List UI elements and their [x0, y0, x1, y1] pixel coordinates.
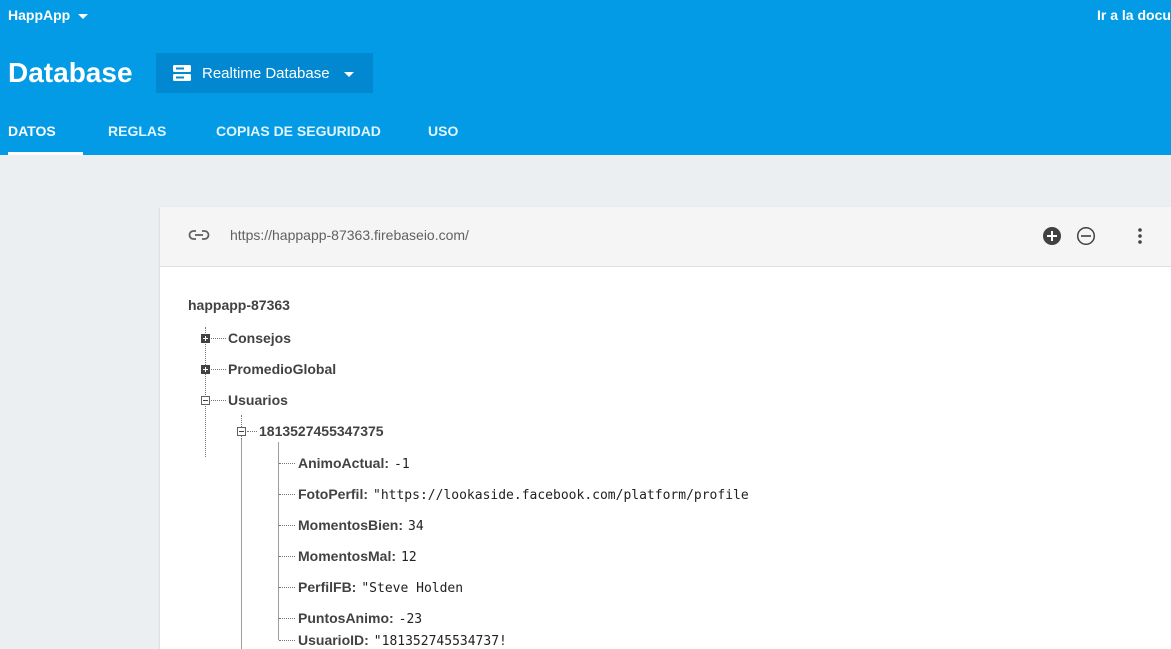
collapse-icon[interactable] [201, 396, 210, 405]
tree-connector [205, 327, 206, 457]
tree-connector [211, 338, 226, 339]
tree-connector [247, 431, 257, 432]
expand-icon[interactable] [201, 334, 210, 343]
project-name: HappApp [8, 7, 71, 23]
field-key: PuntosAnimo: [298, 610, 394, 626]
field-row[interactable]: MomentosBien: 34 [298, 515, 424, 537]
url-bar: https://happapp-87363.firebaseio.com/ [160, 207, 1171, 267]
project-switcher[interactable]: HappApp [8, 7, 89, 23]
tree-connector [241, 439, 242, 649]
tab-datos[interactable]: DATOS [8, 120, 83, 155]
field-value[interactable]: -23 [399, 612, 422, 627]
field-row[interactable]: PerfilFB: "Steve Holden [298, 577, 463, 599]
field-row[interactable]: MomentosMal: 12 [298, 546, 417, 568]
tree-connector [279, 494, 295, 495]
field-row[interactable]: AnimoActual: -1 [298, 453, 410, 475]
data-tree: happapp-87363 Consejos PromedioGlobal Us… [160, 267, 1171, 649]
field-key: MomentosBien: [298, 517, 403, 533]
tree-connector [211, 400, 226, 401]
database-selector-label: Realtime Database [202, 64, 330, 82]
field-key: FotoPerfil: [298, 486, 368, 502]
tree-connector [279, 556, 295, 557]
tree-connector [211, 369, 226, 370]
field-key: UsuarioID: [298, 632, 369, 648]
tree-node-usuarios[interactable]: Usuarios [228, 390, 288, 410]
tree-connector [279, 640, 295, 641]
expand-icon[interactable] [201, 365, 210, 374]
tree-node-consejos[interactable]: Consejos [228, 328, 291, 348]
more-vert-icon[interactable] [1132, 226, 1148, 246]
page-title: Database [8, 57, 133, 88]
tree-connector [278, 442, 279, 640]
field-value[interactable]: "https://lookaside.facebook.com/platform… [373, 488, 749, 503]
tree-connector [279, 463, 295, 464]
add-circle-icon[interactable] [1042, 226, 1062, 246]
tree-root[interactable]: happapp-87363 [188, 297, 290, 313]
field-key: MomentosMal: [298, 548, 396, 564]
tree-connector [279, 587, 295, 588]
tree-connector [279, 525, 295, 526]
field-value[interactable]: -1 [394, 457, 410, 472]
field-value[interactable]: 12 [401, 550, 417, 565]
field-value[interactable]: "Steve Holden [361, 581, 463, 596]
field-value[interactable]: "181352745534737! [374, 634, 507, 649]
tree-connector [279, 618, 295, 619]
field-key: AnimoActual: [298, 455, 389, 471]
collapse-icon[interactable] [237, 427, 246, 436]
tree-node-promedioglobal[interactable]: PromedioGlobal [228, 359, 336, 379]
database-selector[interactable]: Realtime Database [156, 53, 373, 93]
docs-link[interactable]: Ir a la documentación [1097, 7, 1171, 23]
database-icon [173, 65, 191, 81]
tab-uso[interactable]: USO [428, 120, 458, 155]
caret-down-icon [78, 13, 89, 19]
field-row[interactable]: UsuarioID: "181352745534737! [298, 630, 507, 649]
field-key: PerfilFB: [298, 579, 357, 595]
database-url[interactable]: https://happapp-87363.firebaseio.com/ [230, 227, 469, 243]
top-header: HappApp Ir a la documentación Database R… [0, 0, 1171, 155]
tab-bar: DATOS REGLAS COPIAS DE SEGURIDAD USO [0, 120, 1171, 155]
remove-circle-icon[interactable] [1076, 226, 1096, 246]
field-row[interactable]: PuntosAnimo: -23 [298, 608, 422, 630]
field-value[interactable]: 34 [408, 519, 424, 534]
field-row[interactable]: FotoPerfil: "https://lookaside.facebook.c… [298, 484, 749, 506]
caret-down-icon [343, 71, 354, 77]
link-icon [188, 230, 210, 240]
tree-node-user-id[interactable]: 1813527455347375 [259, 421, 384, 441]
tab-reglas[interactable]: REGLAS [108, 120, 166, 155]
tab-copias-de-seguridad[interactable]: COPIAS DE SEGURIDAD [216, 120, 381, 155]
database-card: https://happapp-87363.firebaseio.com/ ha… [160, 207, 1171, 649]
